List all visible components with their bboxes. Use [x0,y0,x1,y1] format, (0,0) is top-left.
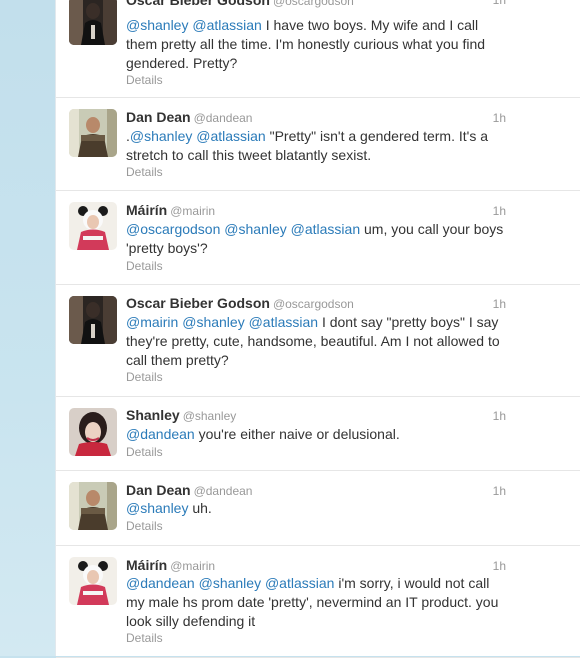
details-link[interactable]: Details [126,165,163,179]
details-link[interactable]: Details [126,445,163,459]
author-fullname[interactable]: Oscar Bieber Godson [126,295,270,311]
mention-link[interactable]: @oscargodson [126,221,220,237]
author-fullname[interactable]: Shanley [126,407,180,423]
page-background [0,0,55,656]
tweet-header: Máirín @mairin [126,202,215,220]
details-link[interactable]: Details [126,73,163,87]
tweet-timestamp[interactable]: 1h [493,297,506,311]
mention-link[interactable]: @shanley [224,221,286,237]
tweet-item[interactable]: Oscar Bieber Godson @oscargodson 1h @shan… [56,0,580,98]
tweet-timeline: Oscar Bieber Godson @oscargodson 1h @shan… [55,0,580,658]
mention-link[interactable]: @dandean [126,575,195,591]
tweet-timestamp[interactable]: 1h [493,0,506,7]
tweet-header: Oscar Bieber Godson @oscargodson [126,295,354,313]
author-fullname[interactable]: Oscar Bieber Godson [126,0,270,8]
author-username[interactable]: @oscargodson [273,297,354,311]
tweet-item[interactable]: Máirín @mairin 1h @dandean @shanley @atla… [56,546,580,658]
tweet-text: .@shanley @atlassian "Pretty" isn't a ge… [126,127,511,165]
tweet-text: @shanley @atlassian I have two boys. My … [126,16,511,73]
author-username[interactable]: @mairin [170,204,215,218]
tweet-text: @dandean you're either naive or delusion… [126,425,511,444]
tweet-header: Dan Dean @dandean [126,109,252,127]
mention-link[interactable]: @shanley [126,17,188,33]
avatar[interactable] [69,109,117,157]
mention-link[interactable]: @shanley [182,314,244,330]
tweet-header: Máirín @mairin [126,557,215,575]
mention-link[interactable]: @atlassian [291,221,360,237]
tweet-text-segment: you're either naive or delusional. [194,426,400,442]
avatar[interactable] [69,202,117,250]
author-fullname[interactable]: Dan Dean [126,109,191,125]
avatar[interactable] [69,557,117,605]
mention-link[interactable]: @shanley [130,128,192,144]
mention-link[interactable]: @atlassian [192,17,261,33]
mention-link[interactable]: @shanley [199,575,261,591]
details-link[interactable]: Details [126,631,163,645]
tweet-timestamp[interactable]: 1h [493,111,506,125]
author-fullname[interactable]: Dan Dean [126,482,191,498]
details-link[interactable]: Details [126,370,163,384]
mention-link[interactable]: @dandean [126,426,195,442]
details-link[interactable]: Details [126,259,163,273]
tweet-timestamp[interactable]: 1h [493,409,506,423]
tweet-item[interactable]: Máirín @mairin 1h @oscargodson @shanley @… [56,191,580,285]
tweet-text-segment: uh. [188,500,212,516]
avatar[interactable] [69,296,117,344]
author-fullname[interactable]: Máirín [126,202,167,218]
author-username[interactable]: @dandean [194,111,253,125]
details-link[interactable]: Details [126,519,163,533]
tweet-item[interactable]: Shanley @shanley 1h @dandean you're eithe… [56,397,580,471]
author-fullname[interactable]: Máirín [126,557,167,573]
tweet-header: Dan Dean @dandean [126,482,252,500]
tweet-text: @mairin @shanley @atlassian I dont say "… [126,313,511,370]
tweet-text: @oscargodson @shanley @atlassian um, you… [126,220,511,258]
mention-link[interactable]: @mairin [126,314,178,330]
mention-link[interactable]: @atlassian [196,128,265,144]
mention-link[interactable]: @atlassian [265,575,334,591]
tweet-timestamp[interactable]: 1h [493,559,506,573]
tweet-header: Oscar Bieber Godson @oscargodson [126,0,354,10]
mention-link[interactable]: @shanley [126,500,188,516]
author-username[interactable]: @oscargodson [273,0,354,8]
avatar[interactable] [69,408,117,456]
author-username[interactable]: @shanley [183,409,237,423]
tweet-header: Shanley @shanley [126,407,236,425]
author-username[interactable]: @dandean [194,484,253,498]
avatar[interactable] [69,0,117,45]
author-username[interactable]: @mairin [170,559,215,573]
avatar[interactable] [69,482,117,530]
tweet-item[interactable]: Oscar Bieber Godson @oscargodson 1h @mair… [56,285,580,397]
tweet-text: @shanley uh. [126,499,511,518]
tweet-item[interactable]: Dan Dean @dandean 1h .@shanley @atlassian… [56,98,580,191]
tweet-text: @dandean @shanley @atlassian i'm sorry, … [126,574,511,631]
tweet-timestamp[interactable]: 1h [493,484,506,498]
tweet-item[interactable]: Dan Dean @dandean 1h @shanley uh. Details [56,471,580,546]
tweet-timestamp[interactable]: 1h [493,204,506,218]
mention-link[interactable]: @atlassian [249,314,318,330]
